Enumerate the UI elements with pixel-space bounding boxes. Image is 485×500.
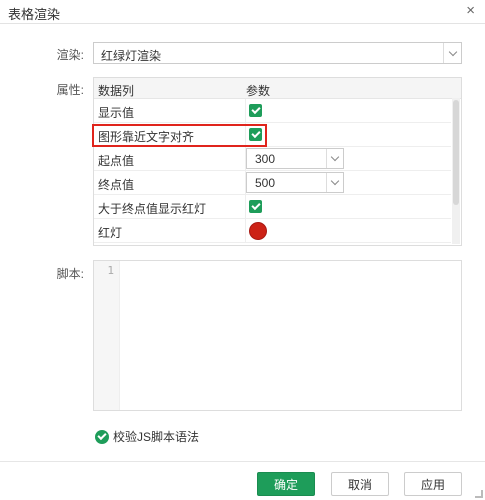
chevron-down-icon[interactable] xyxy=(443,43,461,63)
apply-button[interactable]: 应用 xyxy=(404,472,462,496)
red-above-checkbox[interactable] xyxy=(249,200,262,213)
cancel-button[interactable]: 取消 xyxy=(331,472,389,496)
property-row-start: 起点值 300 xyxy=(94,147,451,171)
script-label: 脚本: xyxy=(56,267,84,281)
grid-header: 数据列 参数 xyxy=(94,78,461,99)
property-name: 显示值 xyxy=(98,106,135,120)
editor-gutter: 1 xyxy=(94,261,120,410)
property-row-red-light: 红灯 xyxy=(94,219,451,243)
check-circle-icon xyxy=(95,429,109,444)
render-label: 渲染: xyxy=(56,48,84,62)
red-color-swatch[interactable] xyxy=(249,222,267,240)
end-value-select[interactable]: 500 xyxy=(246,172,344,193)
property-row-end: 终点值 500 xyxy=(94,171,451,195)
validate-js-button[interactable]: 校验JS脚本语法 xyxy=(95,428,199,445)
properties-grid: 数据列 参数 显示值 图形靠近文字对齐 起点值 300 终点值 500 大于终点… xyxy=(93,77,462,246)
column-header-param: 参数 xyxy=(246,84,271,98)
start-value-select[interactable]: 300 xyxy=(246,148,344,169)
render-select[interactable]: 红绿灯渲染 xyxy=(93,42,462,64)
property-name: 图形靠近文字对齐 xyxy=(98,130,195,144)
show-value-checkbox[interactable] xyxy=(249,104,262,117)
property-row-red-above: 大于终点值显示红灯 xyxy=(94,195,451,219)
confirm-button[interactable]: 确定 xyxy=(257,472,315,496)
script-editor[interactable]: 1 xyxy=(93,260,462,411)
property-row-show-value: 显示值 xyxy=(94,99,451,123)
align-checkbox[interactable] xyxy=(249,128,262,141)
property-row-align: 图形靠近文字对齐 xyxy=(94,123,451,147)
scrollbar-thumb[interactable] xyxy=(453,100,459,205)
dialog-titlebar: 表格渲染 × xyxy=(0,0,485,24)
chevron-down-icon[interactable] xyxy=(326,173,343,192)
property-name: 终点值 xyxy=(98,178,135,192)
close-icon[interactable]: × xyxy=(466,3,475,19)
dialog-title: 表格渲染 xyxy=(8,7,61,22)
validate-js-label: 校验JS脚本语法 xyxy=(113,430,200,444)
render-select-value: 红绿灯渲染 xyxy=(101,49,162,63)
end-value: 500 xyxy=(255,176,276,190)
grid-scrollbar[interactable] xyxy=(452,98,460,244)
resize-handle-icon[interactable] xyxy=(475,490,483,498)
start-value: 300 xyxy=(255,152,276,166)
property-name: 起点值 xyxy=(98,154,135,168)
column-header-data: 数据列 xyxy=(98,84,135,98)
property-name: 红灯 xyxy=(98,226,123,240)
properties-label: 属性: xyxy=(56,83,84,97)
property-name: 大于终点值显示红灯 xyxy=(98,202,207,216)
chevron-down-icon[interactable] xyxy=(326,149,343,168)
line-number: 1 xyxy=(107,264,114,277)
